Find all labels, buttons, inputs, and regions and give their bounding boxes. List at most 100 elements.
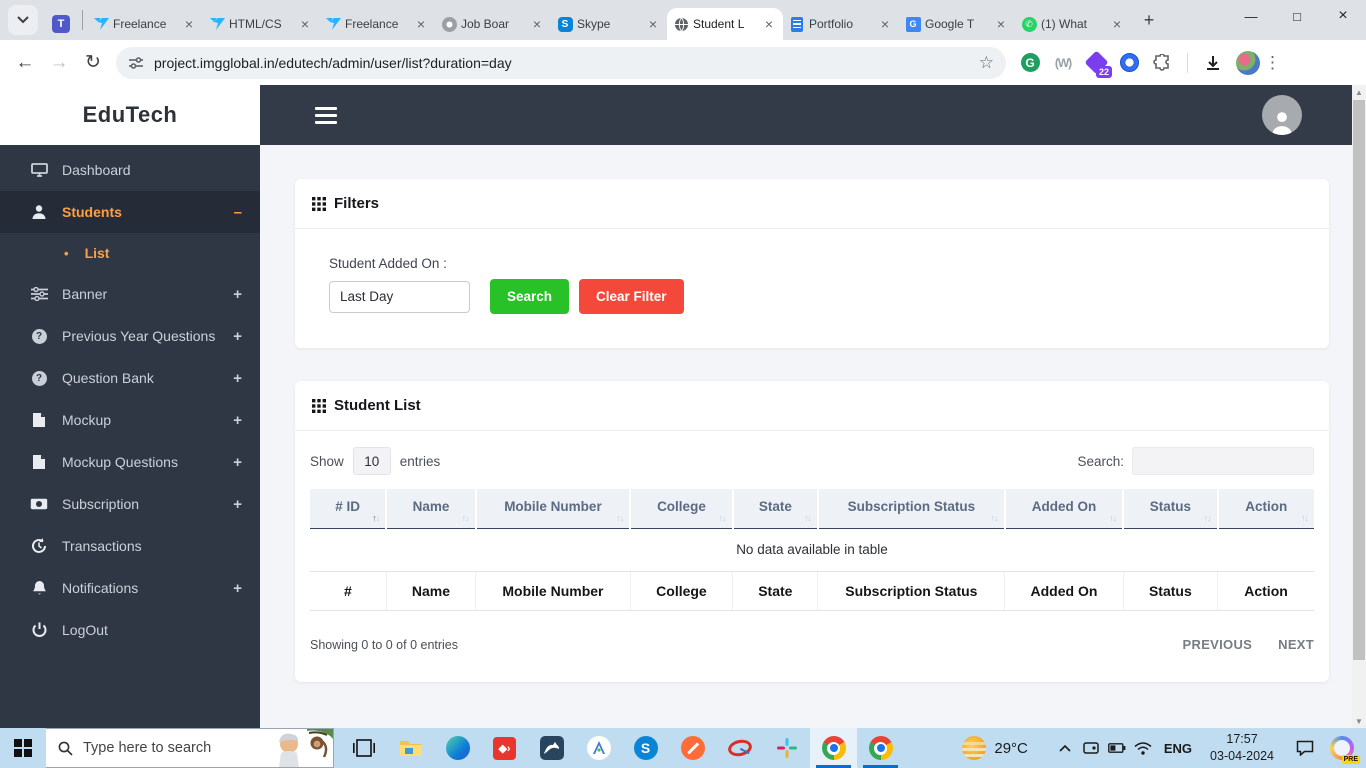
- slack-button[interactable]: [763, 728, 810, 768]
- new-tab-button[interactable]: +: [1135, 6, 1163, 34]
- sidebar-item-notifications[interactable]: Notifications +: [0, 567, 260, 609]
- sidebar-item-subscription[interactable]: Subscription +: [0, 483, 260, 525]
- downloads-icon[interactable]: [1203, 53, 1223, 73]
- tab-skype[interactable]: S Skype ×: [551, 8, 667, 40]
- battery-button[interactable]: [1104, 728, 1130, 768]
- sidebar-item-mockup-questions[interactable]: Mockup Questions +: [0, 441, 260, 483]
- snip-app-button[interactable]: [716, 728, 763, 768]
- tab-freelancer-2[interactable]: Freelance ×: [319, 8, 435, 40]
- tab-close-icon[interactable]: ×: [877, 16, 893, 32]
- mysql-workbench-button[interactable]: [528, 728, 575, 768]
- weather-widget[interactable]: 29°C: [962, 736, 1028, 760]
- tab-close-icon[interactable]: ×: [761, 16, 777, 32]
- column-header-id[interactable]: # ID ↑↓: [310, 489, 388, 529]
- sidebar-item-dashboard[interactable]: Dashboard: [0, 149, 260, 191]
- pinned-tab-teams[interactable]: T: [44, 8, 78, 40]
- grammarly-extension-icon[interactable]: G: [1020, 53, 1040, 73]
- back-icon[interactable]: ←: [8, 52, 42, 74]
- staruml-button[interactable]: [575, 728, 622, 768]
- expand-icon[interactable]: +: [233, 286, 242, 303]
- blue-extension-icon[interactable]: [1119, 53, 1139, 73]
- tray-expand-button[interactable]: [1052, 728, 1078, 768]
- url-text[interactable]: project.imgglobal.in/edutech/admin/user/…: [154, 55, 979, 71]
- column-header-mobile[interactable]: Mobile Number ↑↓: [475, 489, 632, 529]
- scroll-down-icon[interactable]: ▼: [1352, 714, 1366, 728]
- file-explorer-button[interactable]: [387, 728, 434, 768]
- sidebar-item-students[interactable]: Students –: [0, 191, 260, 233]
- column-header-college[interactable]: College ↑↓: [630, 489, 734, 529]
- skype-button[interactable]: S: [622, 728, 669, 768]
- sidebar-item-transactions[interactable]: Transactions: [0, 525, 260, 567]
- wifi-button[interactable]: [1130, 728, 1156, 768]
- chrome-button-2[interactable]: [857, 728, 904, 768]
- tab-close-icon[interactable]: ×: [181, 16, 197, 32]
- sidebar-item-banner[interactable]: Banner +: [0, 273, 260, 315]
- disabled-extension-icon[interactable]: (W): [1053, 53, 1073, 73]
- tab-student-list-active[interactable]: Student L ×: [667, 8, 783, 40]
- tab-close-icon[interactable]: ×: [529, 16, 545, 32]
- expand-icon[interactable]: +: [233, 370, 242, 387]
- tab-search-button[interactable]: [8, 5, 38, 35]
- chrome-button-active[interactable]: [810, 728, 857, 768]
- sidebar-item-logout[interactable]: LogOut: [0, 609, 260, 651]
- browser-menu-icon[interactable]: ⋮: [1264, 53, 1281, 73]
- task-view-button[interactable]: [340, 728, 387, 768]
- previous-page-button[interactable]: PREVIOUS: [1183, 637, 1253, 652]
- scroll-up-icon[interactable]: ▲: [1352, 85, 1366, 99]
- postman-button[interactable]: [669, 728, 716, 768]
- page-scrollbar[interactable]: ▲ ▼: [1352, 85, 1366, 728]
- tab-whatsapp[interactable]: ✆ (1) What ×: [1015, 8, 1131, 40]
- table-search-input[interactable]: [1132, 447, 1314, 475]
- clear-filter-button[interactable]: Clear Filter: [579, 279, 684, 314]
- column-header-added-on[interactable]: Added On ↑↓: [1004, 489, 1125, 529]
- language-indicator[interactable]: ENG: [1156, 741, 1200, 756]
- window-close-button[interactable]: ×: [1320, 0, 1366, 32]
- taskbar-search-box[interactable]: [46, 728, 334, 768]
- column-header-status[interactable]: Status ↑↓: [1123, 489, 1219, 529]
- forward-icon[interactable]: →: [42, 52, 76, 74]
- expand-icon[interactable]: +: [233, 328, 242, 345]
- site-settings-icon[interactable]: [128, 56, 144, 70]
- extensions-puzzle-icon[interactable]: [1152, 53, 1172, 73]
- reload-icon[interactable]: ↻: [76, 51, 110, 74]
- profile-avatar[interactable]: [1236, 50, 1260, 75]
- collapse-icon[interactable]: –: [234, 204, 242, 221]
- coupon-extension-icon[interactable]: 22: [1083, 50, 1112, 78]
- action-center-button[interactable]: [1292, 728, 1318, 768]
- scrollbar-thumb[interactable]: [1353, 100, 1365, 660]
- bookmark-star-icon[interactable]: ☆: [979, 53, 994, 73]
- tab-close-icon[interactable]: ×: [645, 16, 661, 32]
- red-app-button[interactable]: ◆›: [481, 728, 528, 768]
- edge-button[interactable]: [434, 728, 481, 768]
- tab-close-icon[interactable]: ×: [993, 16, 1009, 32]
- taskbar-search-input[interactable]: [83, 740, 243, 756]
- address-bar[interactable]: project.imgglobal.in/edutech/admin/user/…: [116, 46, 1006, 79]
- tab-google-translate[interactable]: G Google T ×: [899, 8, 1015, 40]
- sidebar-subitem-list[interactable]: • List: [0, 233, 260, 273]
- window-minimize-button[interactable]: —: [1228, 0, 1274, 32]
- expand-icon[interactable]: +: [233, 454, 242, 471]
- search-button[interactable]: Search: [490, 279, 570, 314]
- added-on-select[interactable]: [329, 280, 470, 313]
- expand-icon[interactable]: +: [233, 412, 242, 429]
- user-avatar[interactable]: [1262, 95, 1302, 135]
- expand-icon[interactable]: +: [233, 580, 242, 597]
- sidebar-item-mockup[interactable]: Mockup +: [0, 399, 260, 441]
- tab-htmlcs[interactable]: HTML/CS ×: [203, 8, 319, 40]
- window-maximize-button[interactable]: □: [1274, 0, 1320, 32]
- sidebar-item-question-bank[interactable]: ? Question Bank +: [0, 357, 260, 399]
- sidebar-item-previous-year-questions[interactable]: ? Previous Year Questions +: [0, 315, 260, 357]
- menu-toggle-icon[interactable]: [315, 106, 337, 124]
- column-header-action[interactable]: Action ↑↓: [1217, 489, 1314, 529]
- start-button[interactable]: [0, 728, 46, 768]
- clock[interactable]: 17:57 03-04-2024: [1200, 731, 1284, 765]
- entries-select[interactable]: 10: [352, 447, 391, 475]
- column-header-state[interactable]: State ↑↓: [732, 489, 819, 529]
- tab-freelancer-1[interactable]: Freelance ×: [87, 8, 203, 40]
- expand-icon[interactable]: +: [233, 496, 242, 513]
- copilot-button[interactable]: PRE: [1330, 736, 1360, 764]
- column-header-name[interactable]: Name ↑↓: [386, 489, 477, 529]
- app-logo[interactable]: EduTech: [83, 102, 178, 128]
- screen-cast-button[interactable]: [1078, 728, 1104, 768]
- next-page-button[interactable]: NEXT: [1278, 637, 1314, 652]
